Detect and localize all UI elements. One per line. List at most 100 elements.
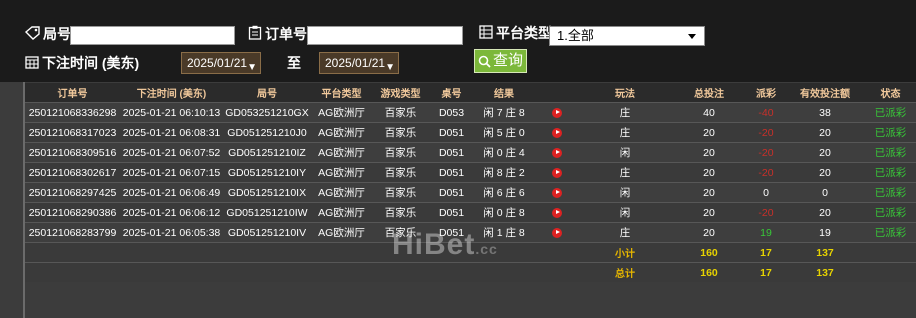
cell-time: 2025-01-21 06:06:12 xyxy=(120,202,223,223)
video-replay-icon[interactable] xyxy=(551,127,562,138)
cell-table: D051 xyxy=(429,162,474,183)
results-table-panel: 订单号 下注时间 (美东) 局号 平台类型 游戏类型 桌号 结果 玩法 总投注 … xyxy=(0,82,916,318)
cell-result: 闲 0 庄 8 xyxy=(474,202,534,223)
cell-gtype: 百家乐 xyxy=(372,162,429,183)
subtotal-row-cell xyxy=(311,242,372,263)
col-header-time: 下注时间 (美东) xyxy=(120,83,223,103)
cell-bet: 20 xyxy=(671,162,747,183)
col-header-payout: 派彩 xyxy=(747,83,785,103)
cell-result: 闲 5 庄 0 xyxy=(474,122,534,143)
cell-table: D051 xyxy=(429,202,474,223)
total-row-cell xyxy=(865,262,916,282)
subtotal-row-payout: 17 xyxy=(747,242,785,263)
cell-status: 已派彩 xyxy=(865,182,916,203)
cell-payout: -20 xyxy=(747,162,785,183)
cell-payout: -20 xyxy=(747,202,785,223)
cell-status: 已派彩 xyxy=(865,162,916,183)
total-row-bet: 160 xyxy=(671,262,747,282)
cell-payout: 19 xyxy=(747,222,785,243)
cell-order: 250121068302617 xyxy=(25,162,120,183)
video-replay-icon[interactable] xyxy=(551,167,562,178)
video-cell xyxy=(534,162,579,183)
cell-game: GD051251210IX xyxy=(223,182,311,203)
cell-order: 250121068336298 xyxy=(25,102,120,123)
cell-valid: 20 xyxy=(785,162,865,183)
cell-time: 2025-01-21 06:05:38 xyxy=(120,222,223,243)
video-cell xyxy=(534,142,579,163)
video-cell xyxy=(534,222,579,243)
video-replay-icon[interactable] xyxy=(551,227,562,238)
total-row: 总计 160 17 137 xyxy=(25,262,916,282)
total-row-cell xyxy=(311,262,372,282)
cell-table: D051 xyxy=(429,142,474,163)
subtotal-row-cell xyxy=(534,242,579,263)
col-header-order: 订单号 xyxy=(25,83,120,103)
cell-game: GD051251210J0 xyxy=(223,122,311,143)
cell-payout: 0 xyxy=(747,182,785,203)
cell-status: 已派彩 xyxy=(865,202,916,223)
total-row-cell xyxy=(120,262,223,282)
cell-result: 闲 6 庄 6 xyxy=(474,182,534,203)
table-row: 250121068302617 2025-01-21 06:07:15 GD0512… xyxy=(25,162,916,183)
cell-play: 闲 xyxy=(579,202,671,223)
col-header-valid: 有效投注额 xyxy=(785,83,865,103)
cell-table: D051 xyxy=(429,182,474,203)
date-to-picker[interactable]: 2025/01/21 ▼ xyxy=(319,52,399,74)
cell-game: GD051251210IY xyxy=(223,162,311,183)
table-row: 250121068297425 2025-01-21 06:06:49 GD0512… xyxy=(25,182,916,203)
table-row: 250121068317023 2025-01-21 06:08:31 GD0512… xyxy=(25,122,916,143)
cell-order: 250121068283799 xyxy=(25,222,120,243)
video-replay-icon[interactable] xyxy=(551,107,562,118)
video-replay-icon[interactable] xyxy=(551,187,562,198)
subtotal-row-valid: 137 xyxy=(785,242,865,263)
total-row-cell xyxy=(372,262,429,282)
platform-select[interactable]: 1.全部 xyxy=(549,26,705,46)
cell-result: 闲 8 庄 2 xyxy=(474,162,534,183)
video-cell xyxy=(534,122,579,143)
total-row-cell xyxy=(25,262,120,282)
cell-platform: AG欧洲厅 xyxy=(311,142,372,163)
cell-gtype: 百家乐 xyxy=(372,202,429,223)
cell-status: 已派彩 xyxy=(865,222,916,243)
cell-result: 闲 7 庄 8 xyxy=(474,102,534,123)
cell-play: 庄 xyxy=(579,222,671,243)
cell-game: GD053251210GX xyxy=(223,102,311,123)
triangle-down-icon: ▼ xyxy=(385,62,395,73)
cell-bet: 40 xyxy=(671,102,747,123)
cell-order: 250121068290386 xyxy=(25,202,120,223)
video-replay-icon[interactable] xyxy=(551,207,562,218)
video-cell xyxy=(534,182,579,203)
total-row-label: 总计 xyxy=(579,262,671,282)
order-no-input[interactable] xyxy=(307,26,463,45)
list-icon xyxy=(479,24,493,42)
total-row-cell xyxy=(223,262,311,282)
cell-time: 2025-01-21 06:10:13 xyxy=(120,102,223,123)
cell-play: 庄 xyxy=(579,162,671,183)
total-row-payout: 17 xyxy=(747,262,785,282)
cell-platform: AG欧洲厅 xyxy=(311,182,372,203)
cell-game: GD051251210IV xyxy=(223,222,311,243)
order-no-label-text: 订单号 xyxy=(265,26,307,42)
table-row: 250121068336298 2025-01-21 06:10:13 GD0532… xyxy=(25,102,916,123)
cell-bet: 20 xyxy=(671,222,747,243)
game-no-input[interactable] xyxy=(70,26,235,45)
date-to-value: 2025/01/21 xyxy=(325,56,386,70)
cell-order: 250121068297425 xyxy=(25,182,120,203)
subtotal-row-cell xyxy=(25,242,120,263)
date-from-value: 2025/01/21 xyxy=(187,56,248,70)
chevron-down-icon xyxy=(688,34,696,39)
video-replay-icon[interactable] xyxy=(551,147,562,158)
query-button[interactable]: 查询 xyxy=(474,49,527,73)
search-icon xyxy=(478,55,491,68)
bet-time-label-text: 下注时间 (美东) xyxy=(42,55,140,71)
filter-panel: 局号 订单号 平台类型 1.全部 下注时间 (美东) 2025/01/21 ▼ … xyxy=(0,0,916,82)
cell-status: 已派彩 xyxy=(865,102,916,123)
date-from-picker[interactable]: 2025/01/21 ▼ xyxy=(181,52,261,74)
cell-gtype: 百家乐 xyxy=(372,182,429,203)
col-header-game-type: 游戏类型 xyxy=(372,83,429,103)
cell-bet: 20 xyxy=(671,202,747,223)
cell-status: 已派彩 xyxy=(865,142,916,163)
cell-result: 闲 0 庄 4 xyxy=(474,142,534,163)
col-header-game: 局号 xyxy=(223,83,311,103)
cell-valid: 19 xyxy=(785,222,865,243)
